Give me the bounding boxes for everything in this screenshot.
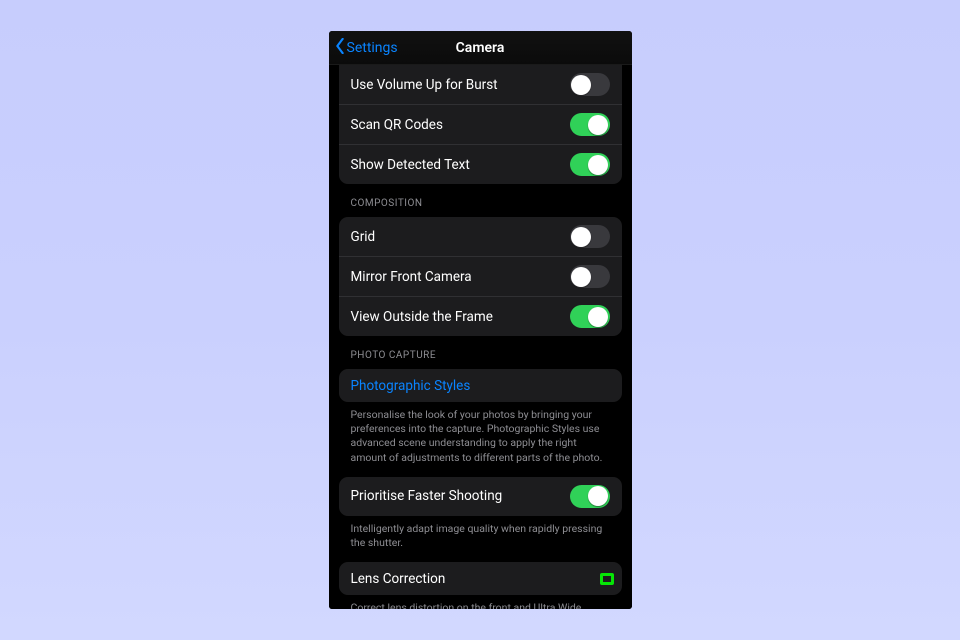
row-view-outside[interactable]: View Outside the Frame: [339, 296, 622, 336]
toggle-view-outside[interactable]: [570, 305, 610, 328]
group-top: Use Volume Up for Burst Scan QR Codes Sh…: [339, 65, 622, 184]
toggle-volume-burst[interactable]: [570, 73, 610, 96]
row-prioritise[interactable]: Prioritise Faster Shooting: [339, 477, 622, 516]
back-button[interactable]: Settings: [335, 31, 398, 64]
row-mirror-front[interactable]: Mirror Front Camera: [339, 256, 622, 296]
row-lens-correction[interactable]: Lens Correction: [339, 562, 622, 595]
row-label: Show Detected Text: [351, 157, 470, 173]
group-lens: Lens Correction: [339, 562, 622, 595]
group-photographic-styles: Photographic Styles: [339, 369, 622, 402]
row-label: View Outside the Frame: [351, 309, 493, 325]
row-grid[interactable]: Grid: [339, 217, 622, 256]
section-header-photo-capture: PHOTO CAPTURE: [351, 350, 610, 361]
row-label: Photographic Styles: [351, 378, 471, 394]
row-label: Mirror Front Camera: [351, 269, 472, 285]
section-header-composition: COMPOSITION: [351, 198, 610, 209]
group-prioritise: Prioritise Faster Shooting: [339, 477, 622, 516]
tutorial-highlight: [600, 573, 614, 585]
toggle-scan-qr[interactable]: [570, 113, 610, 136]
row-scan-qr[interactable]: Scan QR Codes: [339, 104, 622, 144]
footer-lens: Correct lens distortion on the front and…: [351, 601, 610, 609]
footer-prioritise: Intelligently adapt image quality when r…: [351, 522, 610, 550]
row-photographic-styles[interactable]: Photographic Styles: [339, 369, 622, 402]
chevron-left-icon: [335, 38, 345, 58]
row-label: Grid: [351, 229, 376, 245]
toggle-grid[interactable]: [570, 225, 610, 248]
row-label: Prioritise Faster Shooting: [351, 488, 503, 504]
toggle-detected-text[interactable]: [570, 153, 610, 176]
footer-photographic-styles: Personalise the look of your photos by b…: [351, 408, 610, 465]
row-detected-text[interactable]: Show Detected Text: [339, 144, 622, 184]
group-composition: Grid Mirror Front Camera View Outside th…: [339, 217, 622, 336]
settings-scroll[interactable]: Use Volume Up for Burst Scan QR Codes Sh…: [329, 65, 632, 609]
toggle-mirror-front[interactable]: [570, 265, 610, 288]
nav-title: Camera: [456, 40, 505, 56]
back-label: Settings: [347, 40, 398, 56]
row-volume-burst[interactable]: Use Volume Up for Burst: [339, 65, 622, 104]
nav-bar: Settings Camera: [329, 31, 632, 65]
phone-frame: Settings Camera Use Volume Up for Burst …: [329, 31, 632, 609]
row-label: Use Volume Up for Burst: [351, 77, 498, 93]
row-label: Scan QR Codes: [351, 117, 443, 133]
toggle-prioritise[interactable]: [570, 485, 610, 508]
row-label: Lens Correction: [351, 571, 446, 587]
